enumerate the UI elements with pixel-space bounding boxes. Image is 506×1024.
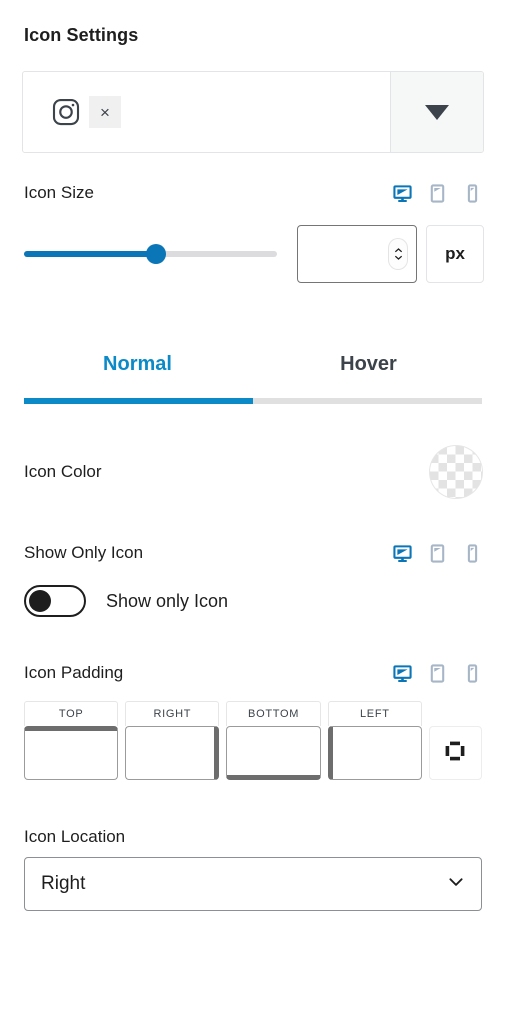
desktop-icon[interactable] bbox=[393, 664, 412, 683]
icon-picker[interactable]: × bbox=[22, 71, 484, 153]
icon-padding-header: Icon Padding bbox=[24, 663, 482, 683]
link-dimensions-icon bbox=[443, 739, 467, 768]
icon-location-select-wrap: Right bbox=[24, 857, 482, 911]
show-only-icon-toggle-label: Show only Icon bbox=[106, 590, 229, 611]
show-only-icon-header: Show Only Icon bbox=[24, 543, 482, 563]
slider-fill bbox=[24, 251, 156, 257]
desktop-icon[interactable] bbox=[393, 544, 412, 563]
icon-size-value-group: px bbox=[297, 225, 484, 283]
tablet-icon[interactable] bbox=[428, 543, 447, 563]
icon-picker-dropdown-button[interactable] bbox=[390, 72, 483, 152]
padding-cell-left: LEFT bbox=[327, 701, 422, 780]
toggle-knob bbox=[29, 590, 51, 612]
icon-size-controls: px bbox=[22, 225, 484, 283]
padding-caption-top: TOP bbox=[24, 701, 119, 726]
padding-caption-right: RIGHT bbox=[125, 701, 220, 726]
padding-cell-bottom: BOTTOM bbox=[226, 701, 321, 780]
slider-thumb[interactable] bbox=[145, 244, 166, 264]
device-switcher-show-only-icon bbox=[393, 543, 482, 563]
padding-input-bottom[interactable] bbox=[226, 726, 321, 780]
padding-input-right[interactable] bbox=[125, 726, 220, 780]
icon-size-header: Icon Size bbox=[24, 183, 482, 203]
icon-size-label: Icon Size bbox=[24, 183, 94, 202]
icon-size-stepper[interactable] bbox=[389, 239, 407, 269]
icon-color-row: Icon Color bbox=[24, 446, 482, 498]
mobile-icon[interactable] bbox=[463, 183, 482, 203]
icon-color-label: Icon Color bbox=[24, 462, 102, 481]
padding-caption-bottom: BOTTOM bbox=[226, 701, 321, 726]
tab-underline-active bbox=[24, 398, 253, 404]
show-only-icon-toggle[interactable] bbox=[24, 585, 86, 617]
padding-input-top[interactable] bbox=[24, 726, 119, 780]
page-title: Icon Settings bbox=[24, 25, 139, 45]
device-switcher-icon-padding bbox=[393, 663, 482, 683]
state-tabs: Normal Hover bbox=[22, 353, 484, 398]
padding-cell-top: TOP bbox=[24, 701, 119, 780]
icon-location-label: Icon Location bbox=[24, 827, 126, 846]
tablet-icon[interactable] bbox=[428, 183, 447, 203]
instagram-icon bbox=[51, 97, 81, 127]
show-only-icon-toggle-row: Show only Icon bbox=[24, 585, 482, 617]
tab-hover[interactable]: Hover bbox=[253, 353, 484, 398]
link-dimensions-button[interactable] bbox=[428, 726, 482, 780]
icon-location-select[interactable]: Right bbox=[24, 857, 482, 911]
padding-cell-right: RIGHT bbox=[125, 701, 220, 780]
caret-down-icon bbox=[425, 104, 449, 120]
desktop-icon[interactable] bbox=[393, 184, 412, 203]
icon-size-unit-button[interactable]: px bbox=[426, 225, 484, 283]
icon-settings-panel: Icon Settings × Icon Size px Normal Hove… bbox=[0, 0, 506, 1024]
padding-caption-left: LEFT bbox=[327, 701, 422, 726]
icon-picker-preview[interactable]: × bbox=[23, 72, 390, 152]
icon-color-swatch[interactable] bbox=[430, 446, 482, 498]
icon-padding-label: Icon Padding bbox=[24, 663, 124, 682]
tablet-icon[interactable] bbox=[428, 663, 447, 683]
show-only-icon-label: Show Only Icon bbox=[24, 543, 144, 562]
tab-normal[interactable]: Normal bbox=[22, 353, 253, 398]
icon-padding-fields: TOP RIGHT BOTTOM LEFT bbox=[24, 701, 482, 780]
tab-underline bbox=[24, 398, 482, 404]
mobile-icon[interactable] bbox=[463, 543, 482, 563]
mobile-icon[interactable] bbox=[463, 663, 482, 683]
padding-input-left[interactable] bbox=[327, 726, 422, 780]
icon-size-number-field[interactable] bbox=[297, 225, 417, 283]
device-switcher-icon-size bbox=[393, 183, 482, 203]
clear-icon-button[interactable]: × bbox=[89, 96, 121, 128]
icon-size-slider[interactable] bbox=[24, 244, 277, 264]
